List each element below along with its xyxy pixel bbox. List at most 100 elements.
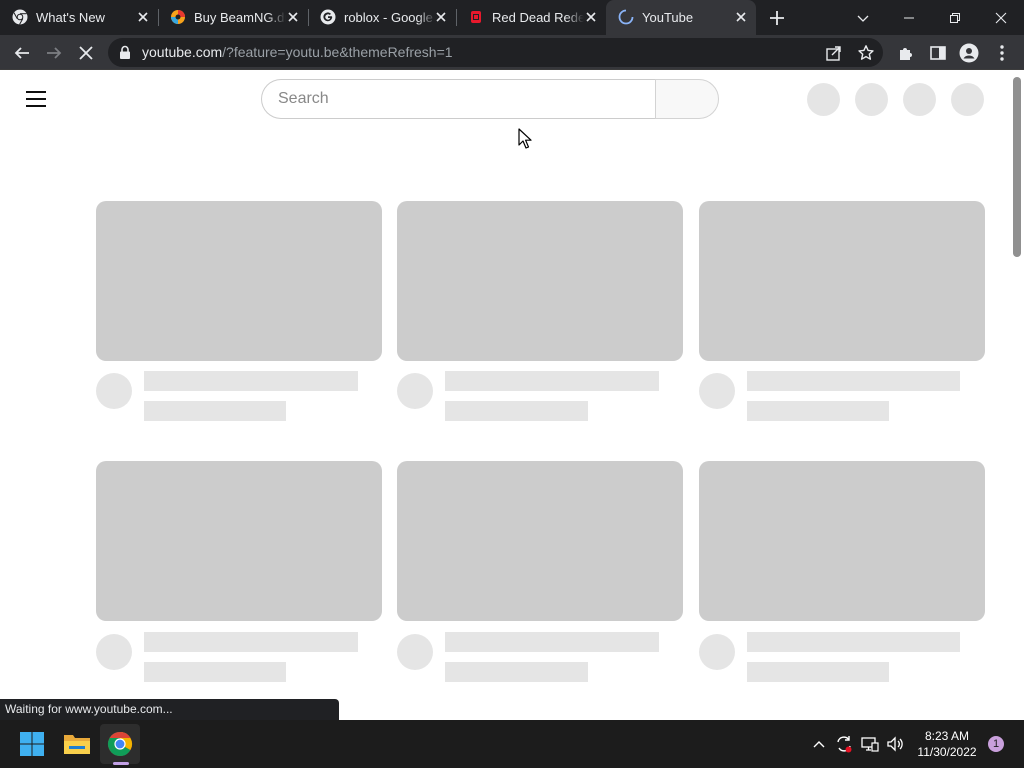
rockstar-icon	[471, 11, 481, 23]
active-app-indicator	[113, 762, 129, 765]
youtube-page	[0, 71, 1024, 720]
minimize-button[interactable]	[886, 0, 932, 35]
menu-line	[26, 91, 46, 93]
new-tab-button[interactable]	[767, 8, 787, 28]
file-explorer-icon	[64, 735, 90, 754]
close-icon[interactable]	[434, 10, 448, 24]
minimize-icon	[904, 17, 914, 18]
url-host: youtube.com	[142, 44, 223, 60]
side-panel-icon	[930, 46, 946, 60]
video-title-placeholder	[445, 632, 659, 652]
guide-menu-button[interactable]	[26, 91, 46, 107]
system-clock[interactable]: 8:23 AM 11/30/2022	[908, 728, 986, 760]
tab-whats-new[interactable]: What's New	[0, 0, 158, 35]
chrome-taskbar-button[interactable]	[104, 728, 136, 760]
back-button[interactable]	[10, 41, 34, 65]
video-thumbnail-placeholder[interactable]	[96, 201, 382, 361]
avatar-placeholder[interactable]	[951, 83, 984, 116]
channel-avatar-placeholder	[397, 634, 433, 670]
video-meta-placeholder	[144, 401, 286, 421]
notification-badge[interactable]: 1	[988, 736, 1004, 752]
extensions-button[interactable]	[894, 41, 918, 65]
puzzle-piece-icon	[900, 48, 912, 60]
video-title-placeholder	[747, 632, 960, 652]
video-meta-placeholder	[144, 662, 286, 682]
close-icon[interactable]	[136, 10, 150, 24]
close-icon	[995, 12, 1007, 23]
video-thumbnail-placeholder[interactable]	[699, 201, 985, 361]
search-box[interactable]	[261, 79, 656, 119]
url-text[interactable]: youtube.com/?feature=youtu.be&themeRefre…	[142, 45, 453, 60]
header-icon-placeholder[interactable]	[903, 83, 936, 116]
video-title-placeholder	[445, 371, 659, 391]
volume-icon[interactable]	[885, 734, 905, 754]
channel-avatar-placeholder	[397, 373, 433, 409]
chevron-down-icon	[857, 15, 869, 22]
restore-button[interactable]	[932, 0, 978, 35]
video-title-placeholder	[144, 632, 358, 652]
video-thumbnail-placeholder[interactable]	[96, 461, 382, 621]
search-input[interactable]	[278, 80, 638, 118]
video-meta-placeholder	[445, 662, 588, 682]
video-thumbnail-placeholder[interactable]	[397, 461, 683, 621]
header-icon-placeholder[interactable]	[855, 83, 888, 116]
clock-date: 11/30/2022	[917, 745, 977, 759]
file-explorer-button[interactable]	[61, 728, 93, 760]
tab-title: YouTube	[642, 10, 694, 25]
tab-beamng[interactable]: Buy BeamNG.drive	[158, 0, 308, 35]
tab-roblox-search[interactable]: roblox - Google Search	[308, 0, 456, 35]
bookmark-star-icon[interactable]	[857, 44, 875, 62]
video-thumbnail-placeholder[interactable]	[397, 201, 683, 361]
url-path: /?feature=youtu.be&themeRefresh=1	[222, 44, 453, 60]
beamng-icon	[171, 10, 185, 24]
video-meta-placeholder	[747, 401, 889, 421]
clock-time: 8:23 AM	[924, 729, 970, 743]
browser-menu-button[interactable]	[990, 41, 1014, 65]
channel-avatar-placeholder	[96, 634, 132, 670]
menu-line	[26, 105, 46, 107]
browser-toolbar: youtube.com/?feature=youtu.be&themeRefre…	[0, 35, 1024, 70]
video-thumbnail-placeholder[interactable]	[699, 461, 985, 621]
page-scrollbar[interactable]	[1011, 71, 1024, 720]
side-panel-button[interactable]	[926, 41, 950, 65]
channel-avatar-placeholder	[96, 373, 132, 409]
sync-icon[interactable]	[834, 734, 854, 754]
close-icon	[79, 46, 93, 60]
close-icon[interactable]	[584, 10, 598, 24]
chrome-icon	[107, 732, 133, 757]
profile-icon	[959, 43, 979, 63]
forward-button[interactable]	[42, 41, 66, 65]
arrow-right-icon	[47, 47, 62, 59]
video-meta-placeholder	[445, 401, 588, 421]
network-icon[interactable]	[860, 734, 880, 754]
status-bubble: Waiting for www.youtube.com...	[0, 699, 339, 720]
address-bar[interactable]: youtube.com/?feature=youtu.be&themeRefre…	[108, 38, 883, 67]
start-button[interactable]	[16, 728, 48, 760]
channel-avatar-placeholder	[699, 373, 735, 409]
tab-title: Red Dead Redemption	[492, 10, 584, 25]
close-icon[interactable]	[286, 10, 300, 24]
video-title-placeholder	[747, 371, 960, 391]
tab-title: Buy BeamNG.drive	[194, 10, 286, 25]
share-icon[interactable]	[825, 44, 843, 62]
scrollbar-thumb[interactable]	[1013, 77, 1021, 257]
tab-youtube[interactable]: YouTube	[606, 0, 756, 35]
lock-icon[interactable]	[118, 45, 132, 60]
close-window-button[interactable]	[978, 0, 1024, 35]
search-button[interactable]	[655, 79, 719, 119]
arrow-left-icon	[14, 47, 29, 59]
chevron-up-icon[interactable]	[809, 734, 829, 754]
stop-loading-button[interactable]	[74, 41, 98, 65]
close-icon[interactable]	[734, 10, 748, 24]
chrome-icon	[12, 9, 28, 25]
channel-avatar-placeholder	[699, 634, 735, 670]
windows-start-icon	[20, 732, 44, 756]
tab-red-dead[interactable]: Red Dead Redemption	[456, 0, 606, 35]
google-icon	[320, 9, 336, 25]
restore-icon	[950, 12, 960, 23]
loading-spinner-icon	[618, 9, 634, 25]
profile-button[interactable]	[957, 41, 981, 65]
tab-search-button[interactable]	[840, 0, 886, 35]
video-meta-placeholder	[747, 662, 889, 682]
header-icon-placeholder[interactable]	[807, 83, 840, 116]
